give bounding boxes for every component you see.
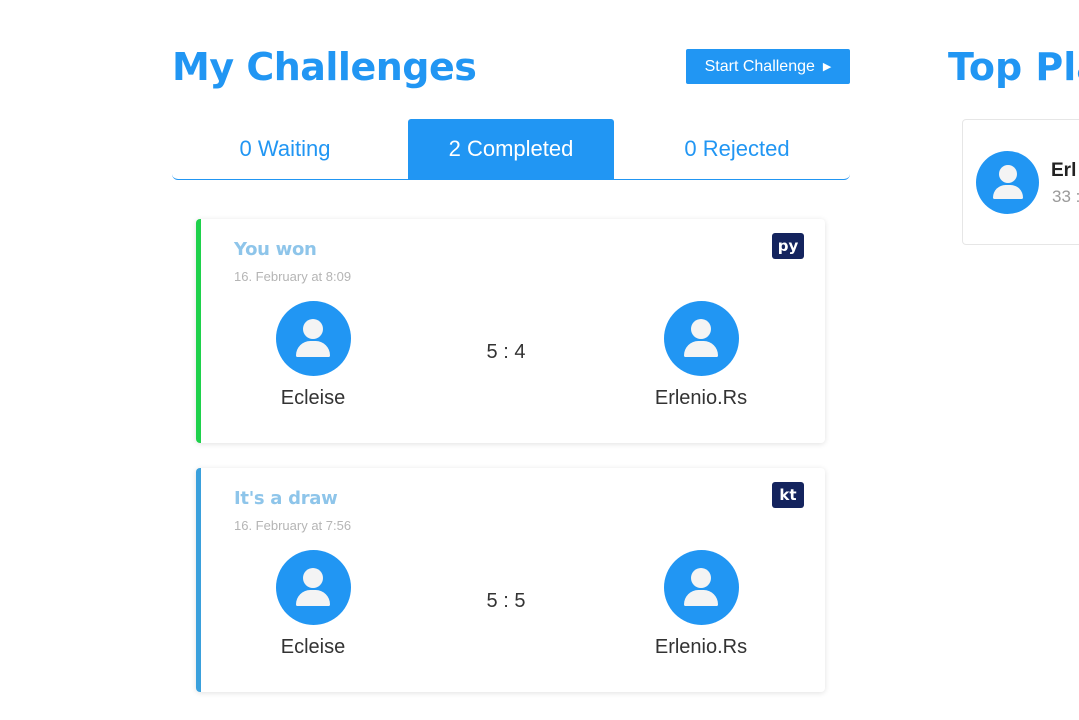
player-left: Ecleise <box>233 301 393 410</box>
top-player-card[interactable]: Erl 33 : <box>962 119 1079 245</box>
challenge-score: 5 : 5 <box>486 590 526 612</box>
challenge-result: You won <box>234 239 317 260</box>
start-challenge-button[interactable]: Start Challenge ▶ <box>686 49 850 84</box>
avatar <box>275 301 351 376</box>
tab-completed[interactable]: 2 Completed <box>408 119 614 179</box>
avatar <box>663 301 739 376</box>
language-badge: py <box>772 233 804 259</box>
language-badge: kt <box>772 482 804 508</box>
user-icon <box>691 568 711 588</box>
user-icon <box>303 568 323 588</box>
top-player-name: Erl <box>1051 160 1077 181</box>
play-triangle-icon: ▶ <box>822 61 832 73</box>
user-icon <box>303 319 323 339</box>
player-name: Ecleise <box>280 636 346 658</box>
player-name: Ecleise <box>280 387 346 409</box>
tab-waiting[interactable]: 0 Waiting <box>182 119 388 179</box>
player-name: Erlenio.Rs <box>654 636 748 658</box>
player-left: Ecleise <box>233 550 393 659</box>
challenge-score: 5 : 4 <box>486 341 526 363</box>
player-right: Erlenio.Rs <box>621 550 781 659</box>
player-right: Erlenio.Rs <box>621 301 781 410</box>
avatar <box>976 151 1039 214</box>
user-icon <box>691 319 711 339</box>
challenge-date: 16. February at 8:09 <box>234 269 352 284</box>
challenge-date: 16. February at 7:56 <box>234 518 352 533</box>
player-name: Erlenio.Rs <box>654 387 748 409</box>
start-challenge-label: Start Challenge <box>704 57 815 75</box>
avatar <box>275 550 351 625</box>
user-icon <box>998 165 1017 183</box>
avatar <box>663 550 739 625</box>
top-player-score: 33 : <box>1052 187 1079 206</box>
tab-rejected[interactable]: 0 Rejected <box>634 119 840 179</box>
status-bar <box>196 468 201 692</box>
challenge-tabs: 0 Waiting 2 Completed 0 Rejected <box>172 119 850 180</box>
top-players-title: Top Pla <box>948 45 1079 89</box>
challenge-result: It's a draw <box>234 488 338 509</box>
challenge-card[interactable]: It's a draw 16. February at 7:56 kt Ecle… <box>196 468 825 692</box>
challenge-card[interactable]: You won 16. February at 8:09 py Ecleise … <box>196 219 825 443</box>
status-bar <box>196 219 201 443</box>
page-title: My Challenges <box>172 45 477 89</box>
